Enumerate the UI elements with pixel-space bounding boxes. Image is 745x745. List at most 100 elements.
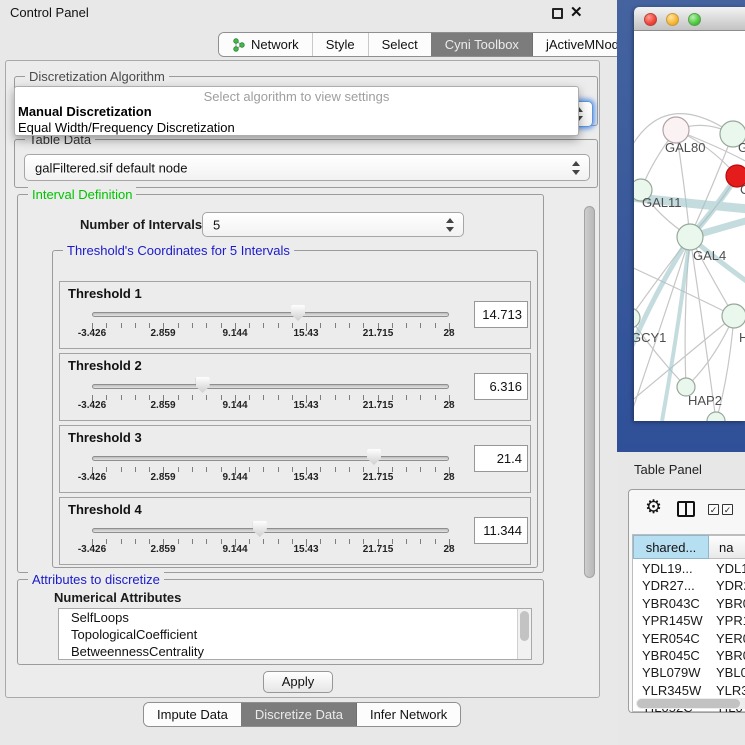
scrollbar-thumb[interactable] [584, 206, 595, 578]
tick-mark [135, 323, 136, 328]
axis-tick-label: 9.144 [222, 400, 247, 411]
node-partial-bottom[interactable] [707, 412, 725, 421]
gear-icon[interactable]: ⚙ [645, 496, 662, 519]
unselect-all-icon[interactable]: ✓ [722, 504, 733, 515]
network-view-window[interactable]: GAL80 GA C GAL11 GAL4 GCY1 H HAP2 [634, 7, 745, 421]
threshold-value-field[interactable]: 6.316 [474, 373, 528, 400]
cell-shared-name[interactable]: YPR145W [642, 613, 703, 628]
list-scrollbar[interactable] [517, 609, 531, 659]
tab-impute-data[interactable]: Impute Data [144, 703, 241, 726]
group-title: Discretization Algorithm [25, 69, 169, 84]
slider-track[interactable] [92, 456, 449, 461]
tick-mark [221, 323, 222, 328]
column-header-name[interactable]: na [709, 535, 745, 559]
cell-shared-name[interactable]: YBR045C [642, 648, 700, 663]
cell-shared-name[interactable]: YER054C [642, 631, 700, 646]
float-window-icon[interactable] [552, 8, 563, 19]
tab-network[interactable]: Network [219, 33, 312, 56]
network-canvas[interactable]: GAL80 GA C GAL11 GAL4 GCY1 H HAP2 [634, 31, 745, 421]
threshold-value-field[interactable]: 21.4 [474, 445, 528, 472]
zoom-traffic-light[interactable] [688, 13, 701, 26]
dropdown-item-manual-discretization[interactable]: Manual Discretization [18, 104, 152, 119]
table-data-combobox[interactable]: galFiltered.sif default node [24, 154, 590, 181]
slider-thumb[interactable] [367, 449, 381, 465]
slider-thumb[interactable] [196, 377, 210, 393]
table-horizontal-scrollbar[interactable] [636, 698, 745, 709]
cell-shared-name[interactable]: YDL19... [642, 561, 693, 576]
axis-tick-label: 15.43 [293, 328, 318, 339]
threshold-value-field[interactable]: 11.344 [474, 517, 528, 544]
tick-mark [121, 395, 122, 400]
dropdown-item-equal-width[interactable]: Equal Width/Frequency Discretization [18, 120, 235, 135]
select-columns-icon[interactable] [677, 501, 695, 517]
cell-name[interactable]: YPR1 [716, 613, 745, 628]
close-icon[interactable]: ✕ [570, 3, 583, 21]
table-row[interactable]: YBR043C YBR0 [633, 596, 745, 613]
cell-name[interactable]: YBR0 [716, 596, 745, 611]
apply-button[interactable]: Apply [263, 671, 333, 693]
tick-mark [263, 539, 264, 544]
table-row[interactable]: YBR045C YBR0 [633, 648, 745, 665]
slider-thumb[interactable] [253, 521, 267, 537]
table-row[interactable]: YPR145W YPR1 [633, 613, 745, 630]
table-panel-region: Table Panel ⚙ ✓ ✓ shared... na YDL19...Y… [617, 452, 745, 745]
content-scrollbar[interactable] [583, 64, 596, 694]
group-title: Interval Definition [28, 187, 136, 202]
list-item[interactable]: TopologicalCoefficient [59, 626, 531, 643]
node-table: shared... na YDL19... YDL1 YDR27... YDR2 YBR… [632, 534, 745, 712]
slider-thumb[interactable] [291, 305, 305, 321]
scrollbar-thumb[interactable] [637, 699, 740, 708]
number-of-intervals-combobox[interactable]: 5 [202, 212, 464, 237]
slider-track[interactable] [92, 384, 449, 389]
tab-infer-network[interactable]: Infer Network [356, 703, 460, 726]
tick-mark [349, 395, 350, 400]
tick-mark [121, 323, 122, 328]
cell-name[interactable]: YER0 [716, 631, 745, 646]
cell-name[interactable]: YDR2 [716, 578, 745, 593]
panel-title: Control Panel [10, 5, 89, 20]
tick-mark [335, 467, 336, 472]
cyni-bottom-tabs: Impute Data Discretize Data Infer Networ… [143, 702, 461, 727]
cell-name[interactable]: YDL1 [716, 561, 745, 576]
cell-name[interactable]: YBL0 [716, 665, 745, 680]
slider-track[interactable] [92, 312, 449, 317]
tick-mark [278, 467, 279, 472]
node-partial-right[interactable] [722, 304, 745, 328]
node-gal4[interactable] [677, 224, 703, 250]
network-window-titlebar[interactable] [634, 7, 745, 31]
cell-shared-name[interactable]: YDR27... [642, 578, 695, 593]
tick-mark [406, 467, 407, 472]
tab-discretize-data[interactable]: Discretize Data [241, 703, 356, 726]
table-browser: ⚙ ✓ ✓ shared... na YDL19...YDL1YDR27...Y… [628, 489, 745, 713]
node-label-partial: GA [738, 140, 745, 155]
tab-select[interactable]: Select [368, 33, 431, 56]
tick-mark [335, 323, 336, 328]
cell-name[interactable]: YLR3 [716, 683, 745, 698]
list-item[interactable]: BetweennessCentrality [59, 643, 531, 660]
table-row[interactable]: YBL079W YBL0 [633, 665, 745, 682]
tick-mark [263, 395, 264, 400]
table-row[interactable]: YDR27... YDR2 [633, 578, 745, 595]
numerical-attributes-list[interactable]: SelfLoops TopologicalCoefficient Between… [58, 608, 532, 660]
tick-mark [320, 467, 321, 472]
select-all-icon[interactable]: ✓ [708, 504, 719, 515]
cell-shared-name[interactable]: YBL079W [642, 665, 701, 680]
combo-value: 5 [213, 217, 220, 232]
tab-cyni-toolbox[interactable]: Cyni Toolbox [431, 33, 532, 56]
table-row[interactable]: YDL19... YDL1 [633, 561, 745, 578]
cell-shared-name[interactable]: YLR345W [642, 683, 701, 698]
table-row[interactable]: YER054C YER0 [633, 631, 745, 648]
slider-track[interactable] [92, 528, 449, 533]
minimize-traffic-light[interactable] [666, 13, 679, 26]
axis-tick-label: 9.144 [222, 544, 247, 555]
axis-tick-label: 15.43 [293, 544, 318, 555]
cell-name[interactable]: YBR0 [716, 648, 745, 663]
list-item[interactable]: SelfLoops [59, 609, 531, 626]
cell-shared-name[interactable]: YBR043C [642, 596, 700, 611]
threshold-3-panel: Threshold 3 -3.426 2.859 9.144 15.43 21.… [59, 425, 531, 493]
threshold-value-field[interactable]: 14.713 [474, 301, 528, 328]
close-traffic-light[interactable] [644, 13, 657, 26]
column-header-shared-name[interactable]: shared... [633, 535, 709, 559]
scrollbar-thumb[interactable] [520, 611, 529, 641]
tab-style[interactable]: Style [312, 33, 368, 56]
